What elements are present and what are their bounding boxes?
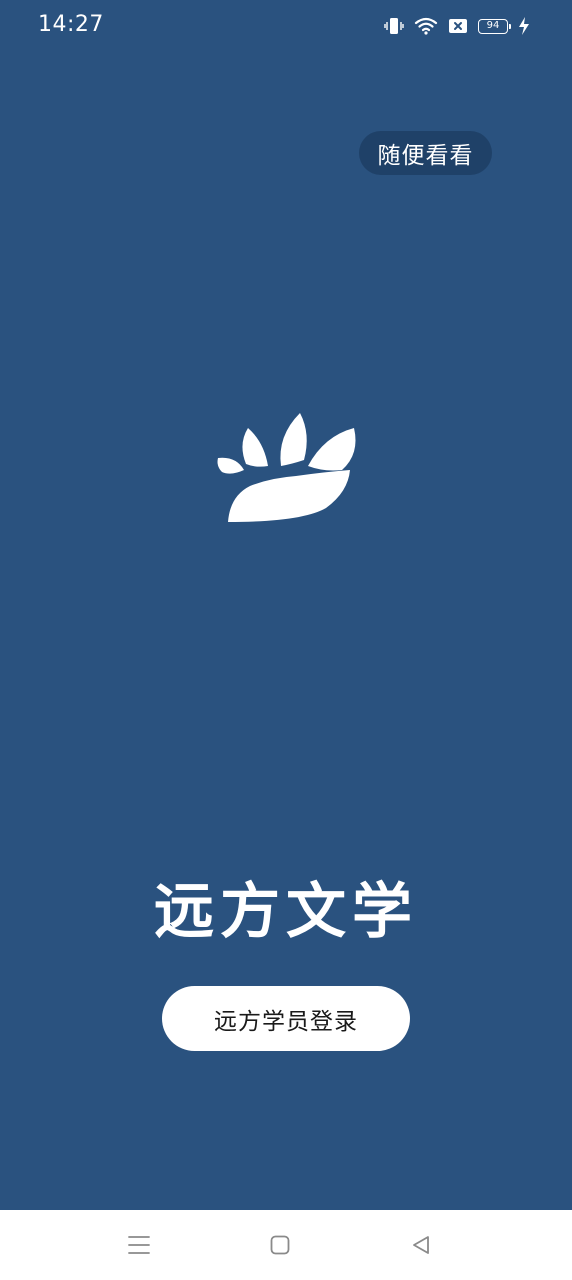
battery-icon: 94 xyxy=(478,18,511,34)
wifi-icon xyxy=(414,16,438,36)
browse-button[interactable]: 随便看看 xyxy=(359,131,492,175)
no-sim-icon xyxy=(448,17,468,35)
student-login-button[interactable]: 远方学员登录 xyxy=(162,986,410,1051)
splash-screen: 14:27 94 随便看看 远方文学 远方学员登录 xyxy=(0,0,572,1280)
menu-icon[interactable] xyxy=(124,1230,154,1260)
vibrate-icon xyxy=(384,16,404,36)
status-bar: 14:27 94 xyxy=(0,0,572,52)
lotus-logo-icon xyxy=(214,408,360,528)
brand-title: 远方文学 xyxy=(154,877,418,947)
home-icon[interactable] xyxy=(265,1230,295,1260)
navigation-bar xyxy=(0,1210,572,1280)
battery-level: 94 xyxy=(486,20,500,31)
status-icons: 94 xyxy=(384,14,530,38)
status-time: 14:27 xyxy=(38,12,104,37)
back-icon[interactable] xyxy=(406,1230,436,1260)
charging-icon xyxy=(518,16,530,36)
